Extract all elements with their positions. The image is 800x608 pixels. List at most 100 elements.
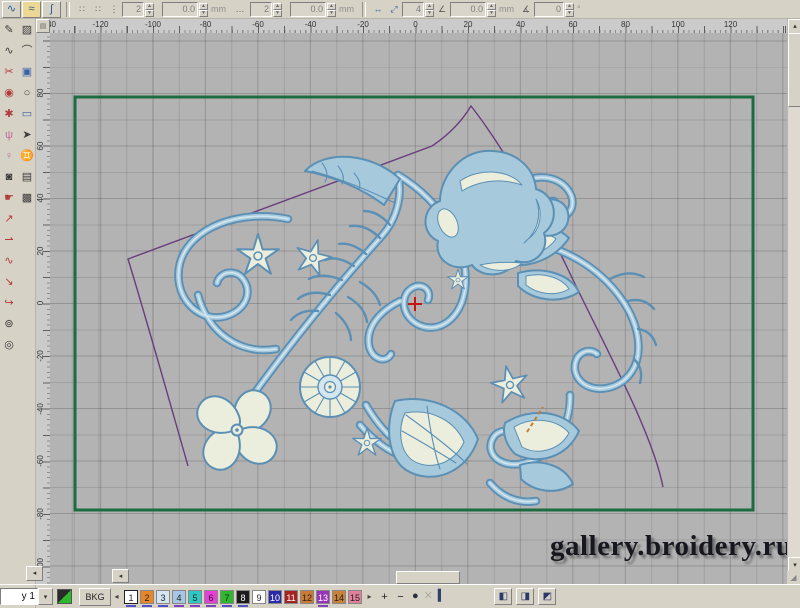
zoom-out-button[interactable]: − — [394, 590, 407, 604]
ruler-label: -120 — [92, 20, 109, 29]
width-field[interactable]: 4 — [402, 1, 424, 17]
layer-combo[interactable]: y 1 — [0, 588, 38, 605]
arrow-ne-icon[interactable]: ↗ — [1, 212, 17, 227]
color-swatch-13[interactable]: 13 — [316, 589, 330, 607]
move-h-icon[interactable]: ↔ — [373, 4, 383, 14]
ruler-label: 0 — [413, 20, 418, 29]
offset-spinner[interactable]: ▲ ▼ — [487, 2, 496, 17]
hscroll-left-button[interactable]: ◂ — [112, 569, 129, 583]
hscroll-thumb[interactable] — [396, 571, 460, 584]
palette-mode-icon[interactable] — [57, 589, 72, 604]
color-swatch-12[interactable]: 12 — [300, 589, 314, 604]
color-swatch-7[interactable]: 7 — [220, 589, 234, 607]
person-motif-icon[interactable]: ♀ — [1, 149, 17, 164]
curve-arrow-icon[interactable]: ↪ — [1, 296, 17, 311]
spacing-dots-icon[interactable]: ∷ — [77, 4, 87, 15]
angle-field[interactable]: 0 — [534, 1, 564, 17]
status-icon-1[interactable]: ◧ — [494, 588, 513, 605]
angle-spinner[interactable]: ▲ ▼ — [565, 2, 574, 17]
color-swatch-8[interactable]: 8 — [236, 589, 250, 607]
top-ruler: -140 -120 -100 -80 -60 -40 -20 0 20 40 60 80 100 120 — [50, 19, 787, 34]
color-swatch-15[interactable]: 15 — [348, 589, 362, 604]
color-swatch-2[interactable]: 2 — [140, 589, 154, 607]
design-canvas[interactable]: gallery.broidery.ru — [50, 33, 787, 584]
width-spinner[interactable]: ▲ ▼ — [425, 2, 434, 17]
arrow-se-icon[interactable]: ↘ — [1, 275, 17, 290]
vertical-scrollbar[interactable]: ▴ ▾ — [787, 19, 800, 584]
repeat-count-field[interactable]: 2 — [122, 1, 144, 17]
stitch-length-spinner[interactable]: ▲ ▼ — [199, 2, 208, 17]
color-swatch-14[interactable]: 14 — [332, 589, 346, 604]
toolbar-separator — [66, 1, 70, 17]
bkg-button[interactable]: BKG — [79, 587, 111, 606]
ruler-label: 100 — [671, 20, 685, 29]
color-swatch-3[interactable]: 3 — [156, 589, 170, 607]
embroidery-design[interactable] — [50, 33, 787, 584]
spacing-spinner[interactable]: ▲ ▼ — [327, 2, 336, 17]
layer-combo-drop-button[interactable]: ▾ — [38, 588, 53, 605]
color-swatch-11[interactable]: 11 — [284, 589, 298, 604]
color-swatch-4[interactable]: 4 — [172, 589, 186, 607]
redraw-hand-icon[interactable]: ● — [412, 591, 419, 602]
ruler-corner-box[interactable]: ▤ — [36, 19, 50, 33]
offset-field[interactable]: 0.0 — [450, 1, 486, 17]
freehand-tool-icon[interactable]: ∿ — [1, 44, 17, 59]
angle-unit: ° — [577, 4, 581, 14]
hatch-tool-icon[interactable]: ▨ — [19, 23, 35, 38]
bottom-palette-bar: y 1 ▾ BKG ◂ 1 2 3 4 5 6 7 8 9 10 11 12 13 14 15 ▸ + − … — [0, 584, 800, 608]
motif-stitch-button[interactable]: ʃ — [42, 0, 61, 18]
palette-next-button[interactable]: ▸ — [365, 590, 374, 604]
status-icon-3[interactable]: ◩ — [538, 588, 557, 605]
status-icon-2[interactable]: ◨ — [516, 588, 535, 605]
color-swatch-10[interactable]: 10 — [268, 589, 282, 604]
point-edit-icon[interactable]: ◉ — [1, 86, 17, 101]
color-swatch-1[interactable]: 1 — [124, 589, 138, 607]
origin-crosshair-marker — [408, 297, 422, 311]
density-field[interactable]: 2 — [250, 1, 272, 17]
color-swatch-9[interactable]: 9 — [252, 589, 266, 604]
chart-icon[interactable]: ▍ — [438, 591, 446, 602]
color-swatch-5[interactable]: 5 — [188, 589, 202, 607]
select-tool-icon[interactable]: ✎ — [1, 23, 17, 38]
zoom-in-button[interactable]: + — [378, 590, 391, 604]
figure-tool-icon[interactable]: ψ — [1, 128, 17, 143]
column-dots-icon[interactable]: ⋮ — [109, 4, 119, 15]
vscroll-up-button[interactable]: ▴ — [788, 19, 800, 34]
run-stitch-button[interactable]: ∿ — [2, 0, 21, 18]
arc-tool-icon[interactable]: ⌒ — [19, 44, 35, 59]
color-swatch-6[interactable]: 6 — [204, 589, 218, 607]
ruler-label: -20 — [36, 350, 45, 362]
ruler-scroll-left-button[interactable]: ◂ — [26, 566, 43, 581]
spacing-field[interactable]: 0.0 — [290, 1, 326, 17]
bird-motif-icon[interactable]: ➤ — [19, 128, 35, 143]
node-arrow-icon[interactable]: ⇀ — [1, 233, 17, 248]
swatch-mark — [174, 604, 184, 607]
ring-icon[interactable]: ⊚ — [1, 317, 17, 332]
camera-icon[interactable]: ◙ — [1, 170, 17, 185]
rect-tool-icon[interactable]: ▭ — [19, 107, 35, 122]
density-spinner[interactable]: ▲ ▼ — [273, 2, 282, 17]
photo-icon[interactable]: ▤ — [19, 170, 35, 185]
swatch-mark — [190, 604, 200, 607]
palette-prev-button[interactable]: ◂ — [112, 590, 121, 604]
star-shape-icon[interactable]: ✱ — [1, 107, 17, 122]
flag-tool-icon[interactable]: ▣ — [19, 65, 35, 80]
four-petal-flower — [196, 389, 278, 471]
move-d-icon[interactable]: ⤢ — [389, 4, 399, 15]
repeat-count-spinner[interactable]: ▲ ▼ — [145, 2, 154, 17]
vscroll-thumb[interactable] — [788, 33, 800, 107]
more-options-icon[interactable]: … — [233, 4, 247, 14]
resize-grip[interactable]: ◢ — [787, 571, 800, 584]
zigzag-line-icon[interactable]: ∿ — [1, 254, 17, 269]
ruler-label: -80 — [36, 508, 45, 520]
stitch-length-field[interactable]: 0.0 — [162, 1, 198, 17]
satin-stitch-button[interactable]: ≈ — [22, 0, 41, 18]
cut-tool-icon[interactable]: ✂ — [1, 65, 17, 80]
ellipse-tool-icon[interactable]: ○ — [19, 86, 35, 101]
spacing-dots2-icon[interactable]: ∷ — [93, 4, 103, 15]
pair-motif-icon[interactable]: ♊ — [19, 149, 35, 164]
hand-point-icon[interactable]: ☛ — [1, 191, 17, 206]
double-ring-icon[interactable]: ◎ — [1, 338, 17, 353]
ruler-label: -60 — [36, 455, 45, 467]
pattern-fill-icon[interactable]: ▩ — [19, 191, 35, 206]
